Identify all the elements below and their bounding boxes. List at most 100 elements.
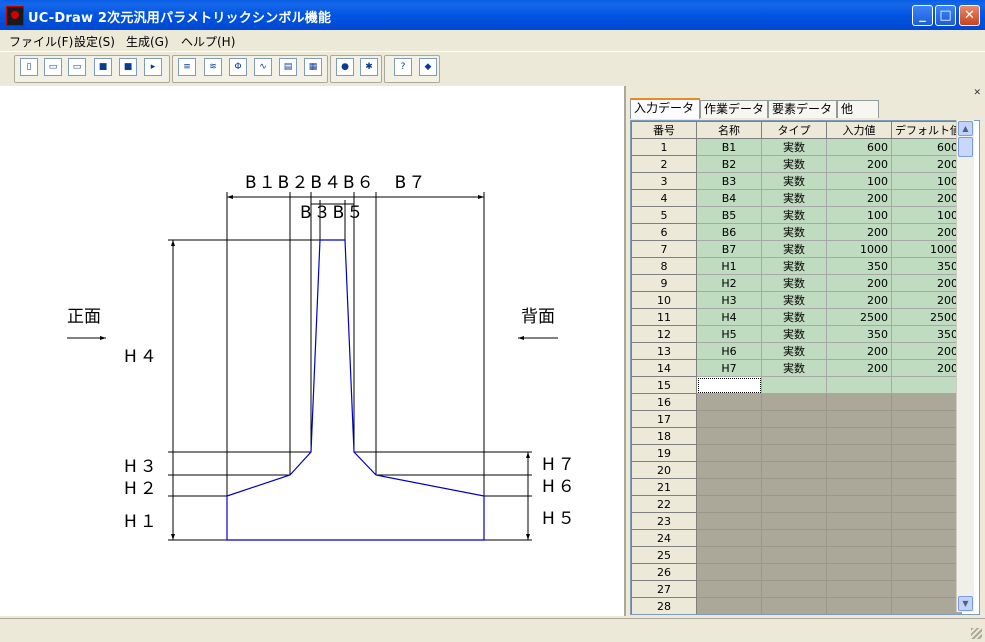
cell-name[interactable]: H4 [696, 308, 762, 326]
empty-cell[interactable] [891, 393, 962, 411]
empty-cell[interactable] [826, 444, 892, 462]
tab-other[interactable]: 他 [837, 100, 879, 118]
row-number[interactable]: 6 [631, 223, 697, 241]
menu-settings[interactable]: 設定(S) [74, 33, 115, 50]
cell-default-value[interactable]: 2500 [891, 308, 962, 326]
cell-type[interactable]: 実数 [761, 257, 827, 275]
table-row[interactable]: 9 H2 実数 200 200 [631, 274, 962, 292]
table-row[interactable]: 2 B2 実数 200 200 [631, 155, 962, 173]
cell-name[interactable]: B6 [696, 223, 762, 241]
cell-input-value[interactable]: 200 [826, 189, 892, 207]
empty-cell[interactable] [761, 427, 827, 445]
empty-cell[interactable] [696, 393, 762, 411]
cell-input-value[interactable]: 350 [826, 325, 892, 343]
grid-scrollbar[interactable]: ▲ ▼ [956, 120, 974, 612]
cell-name[interactable]: H1 [696, 257, 762, 275]
row-number[interactable]: 21 [631, 478, 697, 496]
row-number[interactable]: 18 [631, 427, 697, 445]
save-icon[interactable]: ■ [94, 58, 112, 76]
cell-default-value[interactable]: 100 [891, 206, 962, 224]
empty-cell[interactable] [696, 563, 762, 581]
cell-name[interactable]: B3 [696, 172, 762, 190]
row-number[interactable]: 28 [631, 597, 697, 614]
row-number[interactable]: 5 [631, 206, 697, 224]
empty-cell[interactable] [891, 495, 962, 513]
empty-cell[interactable] [891, 461, 962, 479]
row-number[interactable]: 17 [631, 410, 697, 428]
empty-cell[interactable] [761, 444, 827, 462]
cell-type[interactable]: 実数 [761, 274, 827, 292]
col-default[interactable]: デフォルト値 [891, 121, 962, 139]
table-row[interactable]: 5 B5 実数 100 100 [631, 206, 962, 224]
table-row[interactable]: 22 [631, 495, 962, 513]
menu-help[interactable]: ヘルプ(H) [181, 33, 235, 50]
table-row[interactable]: 27 [631, 580, 962, 598]
empty-cell[interactable] [761, 393, 827, 411]
row-number[interactable]: 24 [631, 529, 697, 547]
empty-cell[interactable] [891, 376, 962, 394]
empty-cell[interactable] [891, 427, 962, 445]
empty-cell[interactable] [826, 580, 892, 598]
row-number[interactable]: 14 [631, 359, 697, 377]
table-row[interactable]: 4 B4 実数 200 200 [631, 189, 962, 207]
empty-cell[interactable] [826, 546, 892, 564]
row-number[interactable]: 25 [631, 546, 697, 564]
table-row[interactable]: 8 H1 実数 350 350 [631, 257, 962, 275]
empty-cell[interactable] [761, 580, 827, 598]
empty-cell[interactable] [891, 580, 962, 598]
cell-default-value[interactable]: 200 [891, 155, 962, 173]
cell-type[interactable]: 実数 [761, 155, 827, 173]
row-number[interactable]: 12 [631, 325, 697, 343]
table-row[interactable]: 15 [631, 376, 962, 394]
cell-default-value[interactable]: 100 [891, 172, 962, 190]
cell-input-value[interactable]: 200 [826, 291, 892, 309]
empty-cell[interactable] [826, 461, 892, 479]
empty-cell[interactable] [891, 597, 962, 614]
cell-type[interactable]: 実数 [761, 291, 827, 309]
cell-input-value[interactable]: 350 [826, 257, 892, 275]
empty-cell[interactable] [761, 495, 827, 513]
empty-cell[interactable] [826, 563, 892, 581]
table-row[interactable]: 20 [631, 461, 962, 479]
row-number[interactable]: 8 [631, 257, 697, 275]
cell-default-value[interactable]: 200 [891, 291, 962, 309]
col-name[interactable]: 名称 [696, 121, 762, 139]
cell-type[interactable]: 実数 [761, 223, 827, 241]
empty-cell[interactable] [826, 512, 892, 530]
scroll-down-icon[interactable]: ▼ [958, 596, 973, 611]
cell-input-value[interactable]: 200 [826, 342, 892, 360]
cell-default-value[interactable]: 200 [891, 274, 962, 292]
empty-cell[interactable] [696, 410, 762, 428]
row-number[interactable]: 26 [631, 563, 697, 581]
cell-name[interactable]: B5 [696, 206, 762, 224]
row-number[interactable]: 3 [631, 172, 697, 190]
cell-input-value[interactable]: 200 [826, 223, 892, 241]
layers-icon[interactable]: ≋ [204, 58, 222, 76]
new-icon[interactable]: ▯ [20, 58, 38, 76]
row-number[interactable]: 13 [631, 342, 697, 360]
empty-cell[interactable] [891, 563, 962, 581]
cell-default-value[interactable]: 1000 [891, 240, 962, 258]
empty-cell[interactable] [696, 376, 762, 394]
empty-cell[interactable] [696, 444, 762, 462]
row-number[interactable]: 20 [631, 461, 697, 479]
cell-name[interactable]: H2 [696, 274, 762, 292]
row-number[interactable]: 1 [631, 138, 697, 156]
cell-default-value[interactable]: 200 [891, 189, 962, 207]
table-row[interactable]: 28 [631, 597, 962, 614]
empty-cell[interactable] [696, 495, 762, 513]
empty-cell[interactable] [761, 546, 827, 564]
empty-cell[interactable] [696, 461, 762, 479]
row-number[interactable]: 27 [631, 580, 697, 598]
empty-cell[interactable] [826, 427, 892, 445]
scroll-up-icon[interactable]: ▲ [958, 121, 973, 136]
empty-cell[interactable] [891, 410, 962, 428]
cell-name[interactable]: H5 [696, 325, 762, 343]
empty-cell[interactable] [891, 512, 962, 530]
cell-name[interactable]: B1 [696, 138, 762, 156]
row-number[interactable]: 23 [631, 512, 697, 530]
table-row[interactable]: 19 [631, 444, 962, 462]
cell-name[interactable]: H3 [696, 291, 762, 309]
table-row[interactable]: 6 B6 実数 200 200 [631, 223, 962, 241]
empty-cell[interactable] [826, 410, 892, 428]
